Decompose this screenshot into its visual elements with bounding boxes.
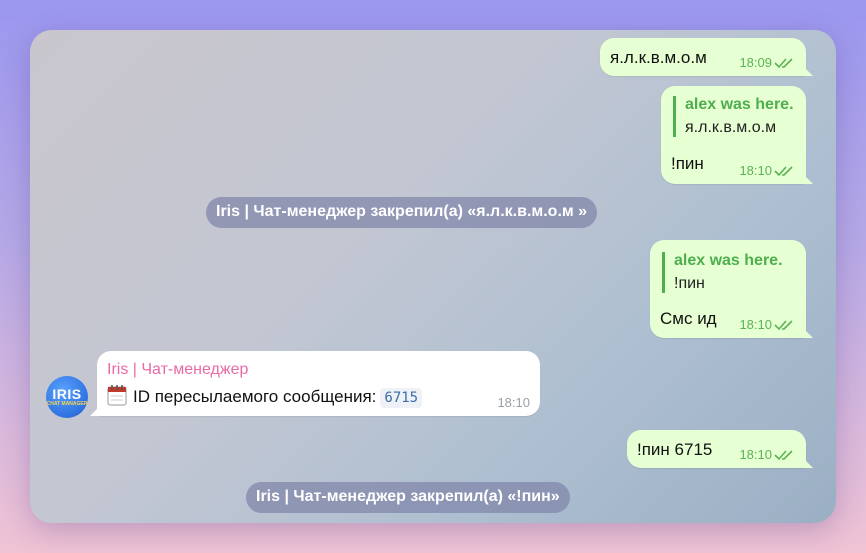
message-text: !пин 6715 (637, 440, 713, 459)
outgoing-message[interactable]: alex was here. !пин Смс ид 18:10 (650, 240, 813, 338)
message-id-code[interactable]: 6715 (380, 388, 423, 408)
avatar-logo-subtext: CHAT MANAGER (46, 401, 88, 407)
outgoing-message[interactable]: alex was here. я.л.к.в.м.о.м !пин 18:10 (661, 86, 813, 184)
message-time: 18:10 (739, 317, 772, 332)
reply-text: я.л.к.в.м.о.м (685, 119, 777, 136)
double-check-icon (774, 57, 793, 68)
avatar[interactable]: IRIS CHAT MANAGER (46, 376, 88, 418)
outgoing-message[interactable]: я.л.к.в.м.о.м 18:09 (600, 38, 813, 76)
message-text: ID пересылаемого сообщения: (133, 387, 377, 406)
message-text: !пин (671, 154, 704, 173)
reply-author: alex was here. (674, 252, 783, 269)
message-meta: 18:09 (739, 55, 796, 70)
message-meta: 18:10 (739, 163, 796, 178)
message-time: 18:10 (739, 447, 772, 462)
chat-window: я.л.к.в.м.о.м 18:09 alex was here. я.л.к… (30, 30, 836, 523)
service-message-pinned: Iris | Чат-менеджер закрепил(а) «!пин» (246, 482, 570, 513)
message-meta: 18:10 (739, 317, 796, 332)
incoming-message[interactable]: Iris | Чат-менеджер ID пересылаемого соо… (90, 351, 540, 416)
message-text: я.л.к.в.м.о.м (610, 48, 707, 67)
double-check-icon (774, 165, 793, 176)
service-message-pinned: Iris | Чат-менеджер закрепил(а) «я.л.к.в… (206, 197, 598, 228)
message-time: 18:10 (739, 163, 772, 178)
double-check-icon (774, 319, 793, 330)
message-text: Смс ид (660, 309, 717, 328)
double-check-icon (774, 449, 793, 460)
avatar-logo-text: IRIS (52, 386, 82, 402)
message-time: 18:10 (497, 395, 530, 410)
reply-text: !пин (674, 275, 705, 292)
message-meta: 18:10 (739, 447, 796, 462)
reply-quote[interactable]: alex was here. !пин (662, 252, 783, 293)
outgoing-message[interactable]: !пин 6715 18:10 (627, 430, 813, 468)
reply-quote[interactable]: alex was here. я.л.к.в.м.о.м (673, 96, 794, 137)
reply-author: alex was here. (685, 96, 794, 113)
message-time: 18:09 (739, 55, 772, 70)
sender-name[interactable]: Iris | Чат-менеджер (107, 361, 248, 379)
message-text-row: ID пересылаемого сообщения: 6715 (107, 384, 423, 408)
calendar-icon (107, 385, 127, 406)
message-meta: 18:10 (497, 395, 530, 410)
